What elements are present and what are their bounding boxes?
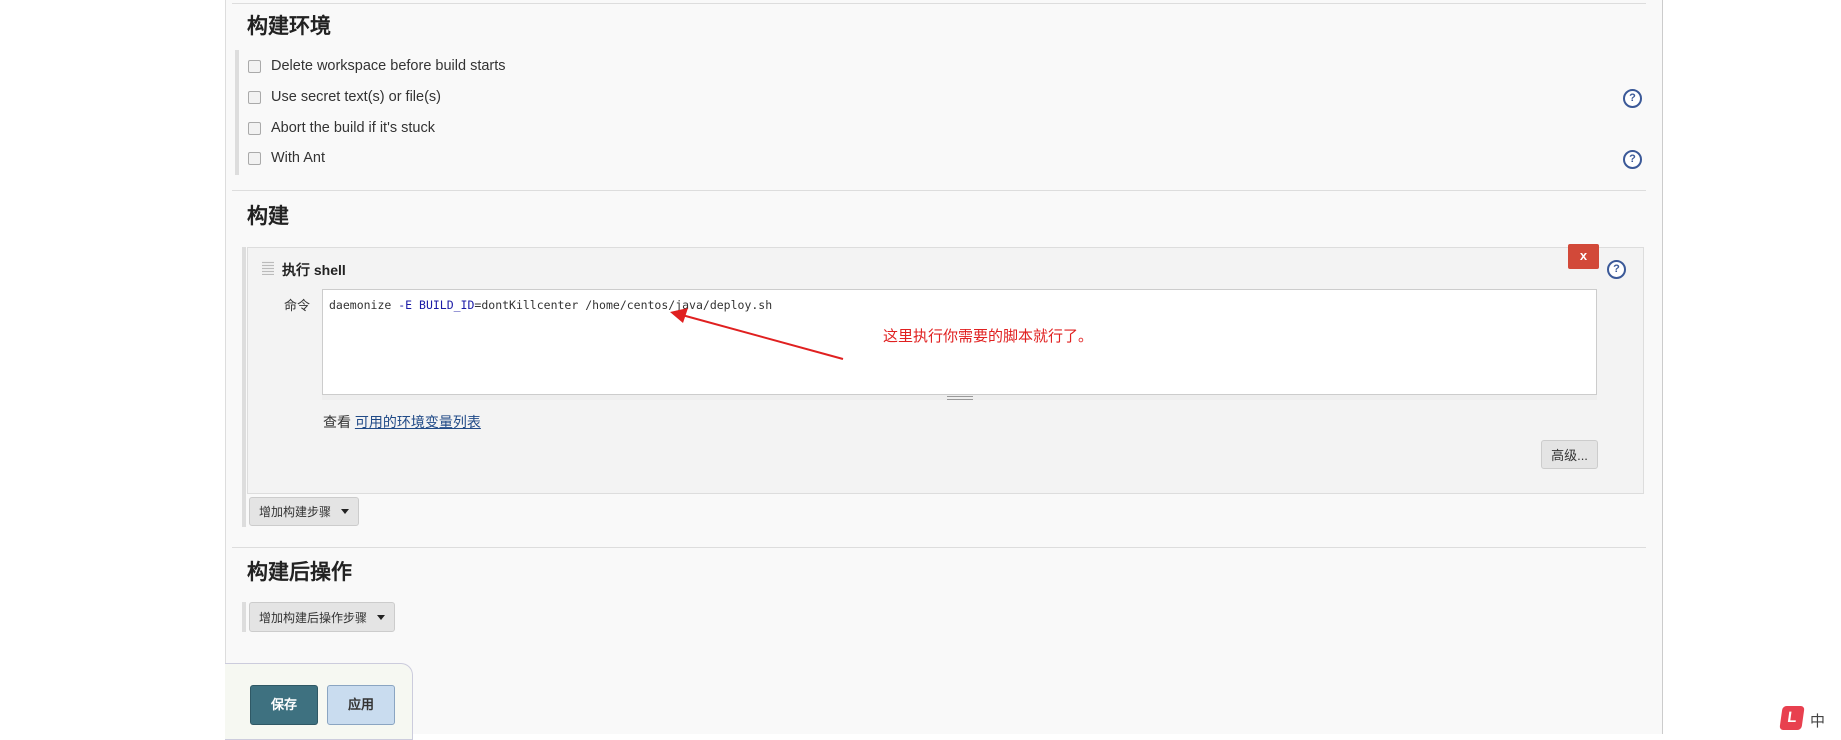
- ime-logo-icon[interactable]: L: [1779, 706, 1805, 730]
- add-post-build-step-button[interactable]: 增加构建后操作步骤: [249, 602, 395, 632]
- apply-button[interactable]: 应用: [327, 685, 395, 725]
- section-title-post-build: 构建后操作: [247, 561, 352, 584]
- ime-mode-indicator[interactable]: 中: [1810, 710, 1825, 731]
- divider: [232, 547, 1646, 548]
- annotation-text: 这里执行你需要的脚本就行了。: [883, 328, 1094, 345]
- button-label: 增加构建后操作步骤: [258, 610, 367, 625]
- section-bar: [242, 602, 246, 632]
- save-button[interactable]: 保存: [250, 685, 318, 725]
- caret-down-icon: [377, 614, 385, 620]
